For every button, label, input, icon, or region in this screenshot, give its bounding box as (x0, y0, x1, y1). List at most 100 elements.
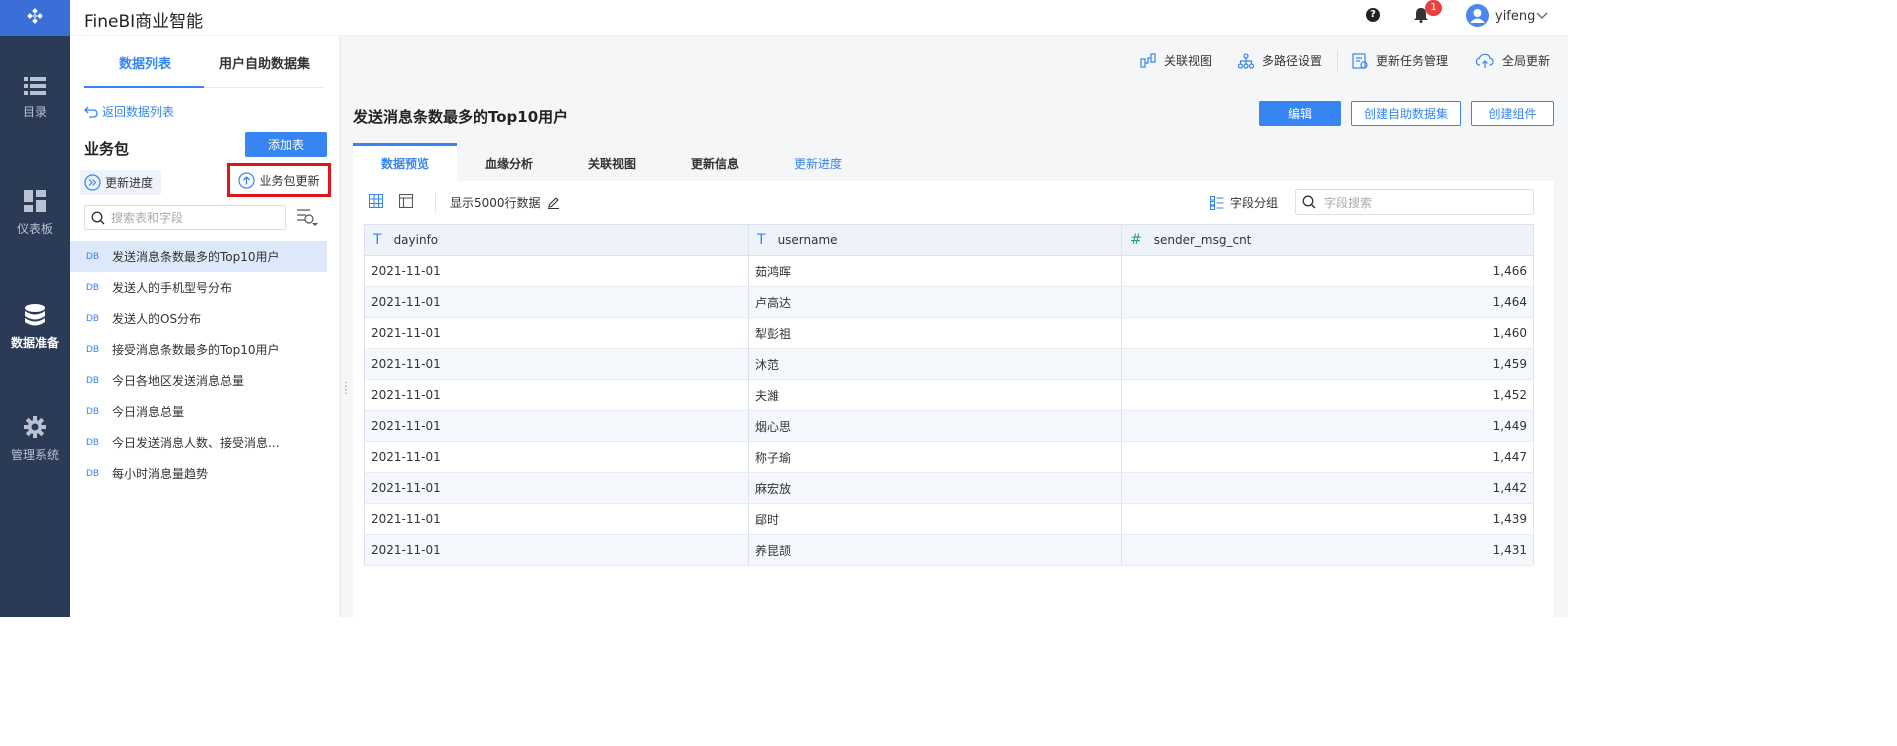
table-list: DB 发送消息条数最多的Top10用户 DB 发送人的手机型号分布 DB 发送人的OS… (70, 241, 327, 489)
cell: 2021-11-01 (364, 379, 749, 411)
related-view-action[interactable]: 关联视图 (1140, 52, 1212, 69)
cell: 1,447 (1121, 441, 1534, 473)
list-item[interactable]: DB 每小时消息量趋势 (70, 458, 327, 489)
cell: 2021-11-01 (364, 534, 749, 566)
back-arrow-icon (84, 106, 98, 118)
db-icon: DB (86, 282, 100, 293)
text-type-icon: T (373, 232, 382, 248)
db-icon: DB (86, 468, 100, 479)
chevron-down-icon[interactable] (1536, 9, 1548, 21)
global-update-action[interactable]: 全局更新 (1476, 52, 1550, 69)
table-row: 2021-11-01 养昆颉 1,431 (364, 534, 1534, 566)
back-link-label: 返回数据列表 (102, 105, 175, 119)
preview-toolbar: 显示5000行数据 字段分组 字段搜索 (353, 181, 1555, 223)
cell: 2021-11-01 (364, 348, 749, 380)
cell: 麻宏放 (748, 472, 1122, 504)
detail-tabs: 数据预览 血缘分析 关联视图 更新信息 更新进度 (353, 143, 1555, 181)
list-icon (24, 77, 46, 95)
divider (1337, 50, 1338, 72)
table-name: 今日各地区发送消息总量 (112, 374, 245, 388)
table-row: 2021-11-01 茹鸿晖 1,466 (364, 255, 1534, 287)
create-component-button[interactable]: 创建组件 (1471, 101, 1554, 126)
cell: 1,459 (1121, 348, 1534, 380)
user-name[interactable]: yifeng (1495, 9, 1535, 24)
cell: 2021-11-01 (364, 441, 749, 473)
update-task-action[interactable]: 更新任务管理 (1352, 52, 1448, 69)
list-item[interactable]: DB 发送消息条数最多的Top10用户 (70, 241, 327, 272)
tab-related-view[interactable]: 关联视图 (560, 143, 664, 181)
relation-icon (1140, 52, 1156, 68)
tab-data-preview[interactable]: 数据预览 (353, 143, 457, 181)
nav-label: 数据准备 (10, 336, 59, 350)
back-to-list-link[interactable]: 返回数据列表 (84, 103, 174, 120)
hierarchy-icon (1238, 52, 1254, 69)
cloud-upload-icon (1476, 53, 1494, 68)
field-search-input[interactable]: 字段搜索 (1295, 189, 1534, 215)
nav-item-dashboard[interactable]: 仪表板 (0, 190, 70, 237)
avatar[interactable] (1466, 4, 1489, 27)
column-name: sender_msg_cnt (1153, 233, 1252, 247)
search-icon (1302, 195, 1316, 209)
tab-self-service-dataset[interactable]: 用户自助数据集 (219, 53, 310, 72)
cell: 卢高达 (748, 286, 1122, 318)
nav-label: 仪表板 (16, 222, 53, 236)
table-row: 2021-11-01 称子瑜 1,447 (364, 441, 1534, 473)
db-icon: DB (86, 344, 100, 355)
list-item[interactable]: DB 今日消息总量 (70, 396, 327, 427)
table-detail-card: 数据预览 血缘分析 关联视图 更新信息 更新进度 显示5000行数据 字段分组 … (353, 143, 1555, 617)
db-icon: DB (86, 406, 100, 417)
package-title: 业务包 (84, 140, 130, 158)
help-icon[interactable]: ? (1366, 8, 1380, 22)
column-header[interactable]: Tdayinfo (364, 224, 749, 256)
grid-view-toggle[interactable] (369, 194, 383, 208)
page-title: 发送消息条数最多的Top10用户 (353, 108, 569, 126)
drag-handle-icon[interactable]: ⋮ ⋮ (341, 382, 351, 396)
side-tabs: 数据列表 用户自助数据集 (84, 36, 324, 88)
create-dataset-button[interactable]: 创建自助数据集 (1351, 101, 1461, 126)
number-type-icon: # (1130, 232, 1142, 248)
table-search-input[interactable]: 搜索表和字段 (84, 205, 286, 230)
cell: 1,452 (1121, 379, 1534, 411)
filter-settings-icon[interactable] (296, 208, 318, 226)
list-item[interactable]: DB 接受消息条数最多的Top10用户 (70, 334, 327, 365)
column-header[interactable]: Tusername (748, 224, 1122, 256)
add-table-button[interactable]: 添加表 (245, 132, 327, 157)
table-header-row: Tdayinfo Tusername # sender_msg_cnt (364, 224, 1534, 256)
tab-update-info[interactable]: 更新信息 (663, 143, 767, 181)
edit-button[interactable]: 编辑 (1259, 101, 1341, 126)
tab-lineage[interactable]: 血缘分析 (457, 143, 561, 181)
table-name: 今日发送消息人数、接受消息... (112, 436, 280, 450)
cell: 2021-11-01 (364, 317, 749, 349)
panel-splitter[interactable] (339, 36, 342, 617)
package-update-button[interactable]: 业务包更新 (227, 163, 331, 197)
nav-item-data-prep[interactable]: 数据准备 (0, 304, 70, 351)
row-limit-setting[interactable]: 显示5000行数据 (450, 194, 560, 211)
tab-data-list[interactable]: 数据列表 (119, 53, 171, 72)
column-name: username (777, 233, 838, 247)
cell: 1,439 (1121, 503, 1534, 535)
layout-view-toggle[interactable] (399, 194, 413, 208)
list-item[interactable]: DB 今日发送消息人数、接受消息... (70, 427, 327, 458)
app-logo[interactable] (0, 0, 70, 36)
table-row: 2021-11-01 犁彭祖 1,460 (364, 317, 1534, 349)
list-item[interactable]: DB 今日各地区发送消息总量 (70, 365, 327, 396)
list-item[interactable]: DB 发送人的OS分布 (70, 303, 327, 334)
package-update-label: 业务包更新 (259, 173, 320, 188)
nav-item-admin[interactable]: 管理系统 (0, 416, 70, 463)
update-progress-button[interactable]: 更新进度 (80, 170, 162, 195)
layout-icon (399, 194, 413, 208)
list-item[interactable]: DB 发送人的手机型号分布 (70, 272, 327, 303)
table-name: 每小时消息量趋势 (112, 467, 209, 481)
cell: 称子瑜 (748, 441, 1122, 473)
row-limit-label: 显示5000行数据 (450, 196, 541, 210)
tab-update-progress[interactable]: 更新进度 (766, 143, 870, 181)
database-icon (25, 304, 45, 326)
table-row: 2021-11-01 沐范 1,459 (364, 348, 1534, 380)
table-row: 2021-11-01 郈时 1,439 (364, 503, 1534, 535)
nav-item-catalog[interactable]: 目录 (0, 77, 70, 120)
action-label: 更新任务管理 (1376, 54, 1449, 68)
multi-path-action[interactable]: 多路径设置 (1238, 52, 1322, 69)
field-group-button[interactable]: 字段分组 (1210, 194, 1278, 211)
table-row: 2021-11-01 夫濰 1,452 (364, 379, 1534, 411)
column-header[interactable]: # sender_msg_cnt (1121, 224, 1534, 256)
